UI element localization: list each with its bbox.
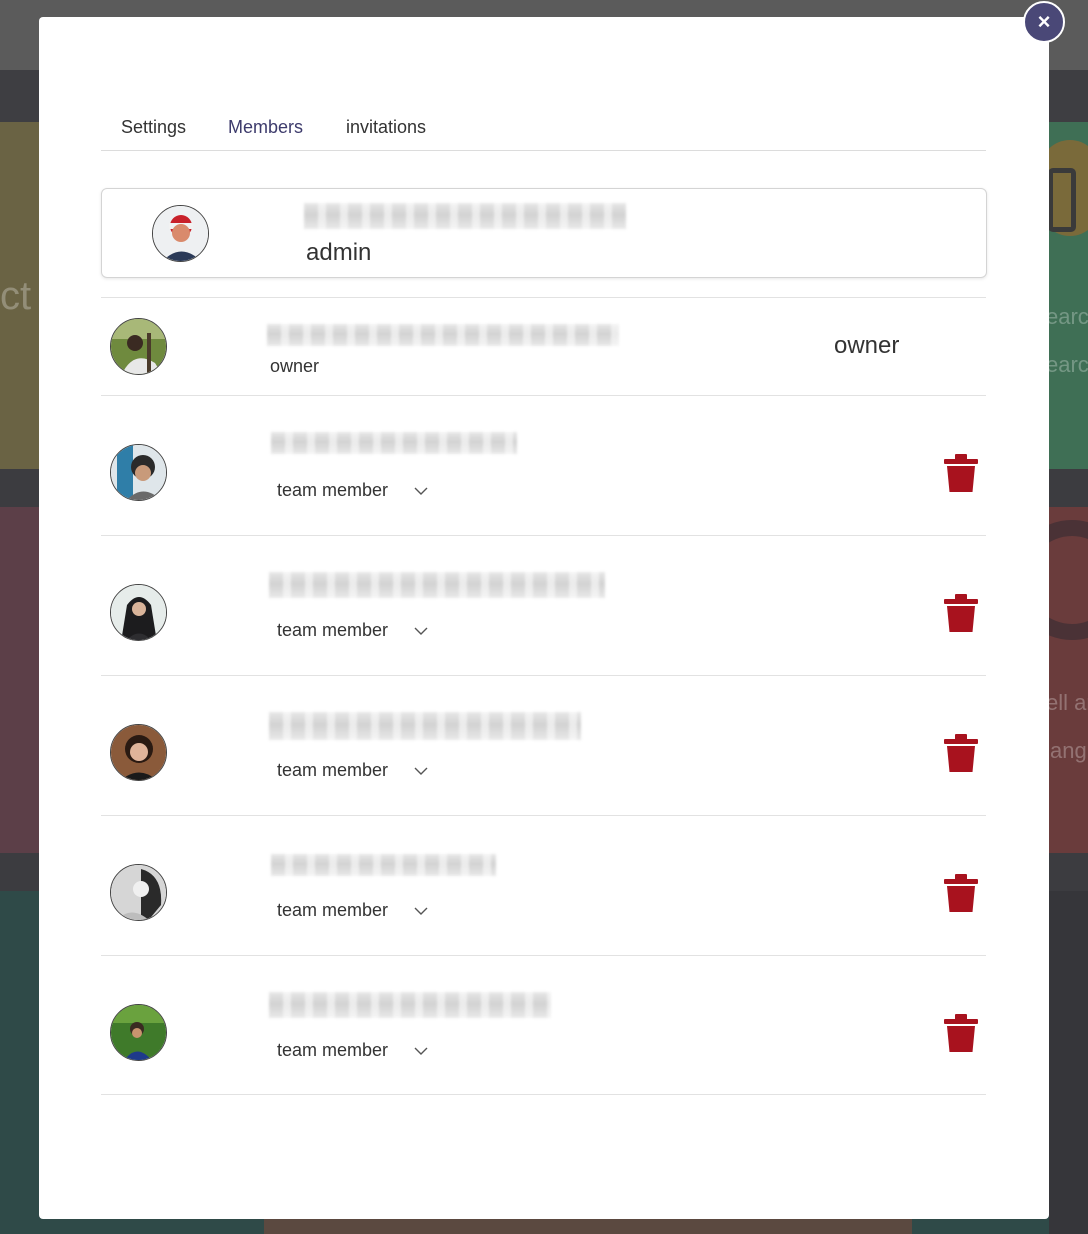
member-role-select[interactable]: team member xyxy=(277,760,428,781)
trash-icon[interactable] xyxy=(944,874,978,912)
member-name-redacted xyxy=(269,712,581,740)
member-role-value: team member xyxy=(277,760,389,780)
member-role-select[interactable]: team member xyxy=(277,480,428,501)
close-button[interactable]: × xyxy=(1023,1,1065,43)
tab-settings[interactable]: Settings xyxy=(121,117,186,138)
avatar xyxy=(110,584,167,641)
avatar xyxy=(110,724,167,781)
member-name-redacted xyxy=(271,432,517,454)
member-name-redacted xyxy=(267,324,619,346)
member-row: team member xyxy=(101,535,986,675)
member-role-value: team member xyxy=(277,620,389,640)
trash-icon[interactable] xyxy=(944,734,978,772)
member-row: team member xyxy=(101,395,986,535)
member-row: team member xyxy=(101,675,986,815)
member-name-redacted xyxy=(304,203,626,229)
background-text: ct xyxy=(0,274,32,318)
tab-invitations[interactable]: invitations xyxy=(346,117,426,138)
chevron-down-icon xyxy=(414,767,428,775)
avatar xyxy=(110,1004,167,1061)
chevron-down-icon xyxy=(414,487,428,495)
member-name-redacted xyxy=(269,572,605,598)
avatar xyxy=(110,318,167,375)
member-role-value: team member xyxy=(277,900,389,920)
background-copy-icon xyxy=(1048,168,1076,232)
background-text: earc xyxy=(1046,352,1088,377)
member-role-select[interactable]: team member xyxy=(277,620,428,641)
chevron-down-icon xyxy=(414,907,428,915)
trash-icon[interactable] xyxy=(944,454,978,492)
background-text: ell ar xyxy=(1046,690,1088,715)
avatar xyxy=(152,205,209,262)
close-icon: × xyxy=(1037,9,1051,34)
avatar xyxy=(110,864,167,921)
member-name-redacted xyxy=(269,992,551,1018)
current-user-card: admin xyxy=(101,188,987,278)
members-modal: Settings Members invitations admin owner… xyxy=(39,17,1049,1219)
modal-tabs: Settings Members invitations xyxy=(101,111,986,151)
background-card-edge xyxy=(1049,891,1088,1234)
tab-members[interactable]: Members xyxy=(228,117,303,138)
current-user-role: admin xyxy=(306,239,372,266)
member-row: team member xyxy=(101,955,986,1095)
background-footer xyxy=(264,1219,912,1234)
background-text: ang xyxy=(1050,738,1087,763)
member-name-redacted xyxy=(271,854,496,876)
chevron-down-icon xyxy=(414,1047,428,1055)
member-role-select[interactable]: team member xyxy=(277,900,428,921)
chevron-down-icon xyxy=(414,627,428,635)
owner-role-label: owner xyxy=(270,356,320,376)
avatar xyxy=(110,444,167,501)
member-row: team member xyxy=(101,815,986,955)
trash-icon[interactable] xyxy=(944,594,978,632)
background-text: earc xyxy=(1046,304,1088,329)
member-role-select[interactable]: team member xyxy=(277,1040,428,1061)
trash-icon[interactable] xyxy=(944,1014,978,1052)
member-row-owner: owner owner xyxy=(101,297,986,395)
owner-role-badge: owner xyxy=(834,332,900,359)
member-role-value: team member xyxy=(277,1040,389,1060)
member-role-value: team member xyxy=(277,480,389,500)
